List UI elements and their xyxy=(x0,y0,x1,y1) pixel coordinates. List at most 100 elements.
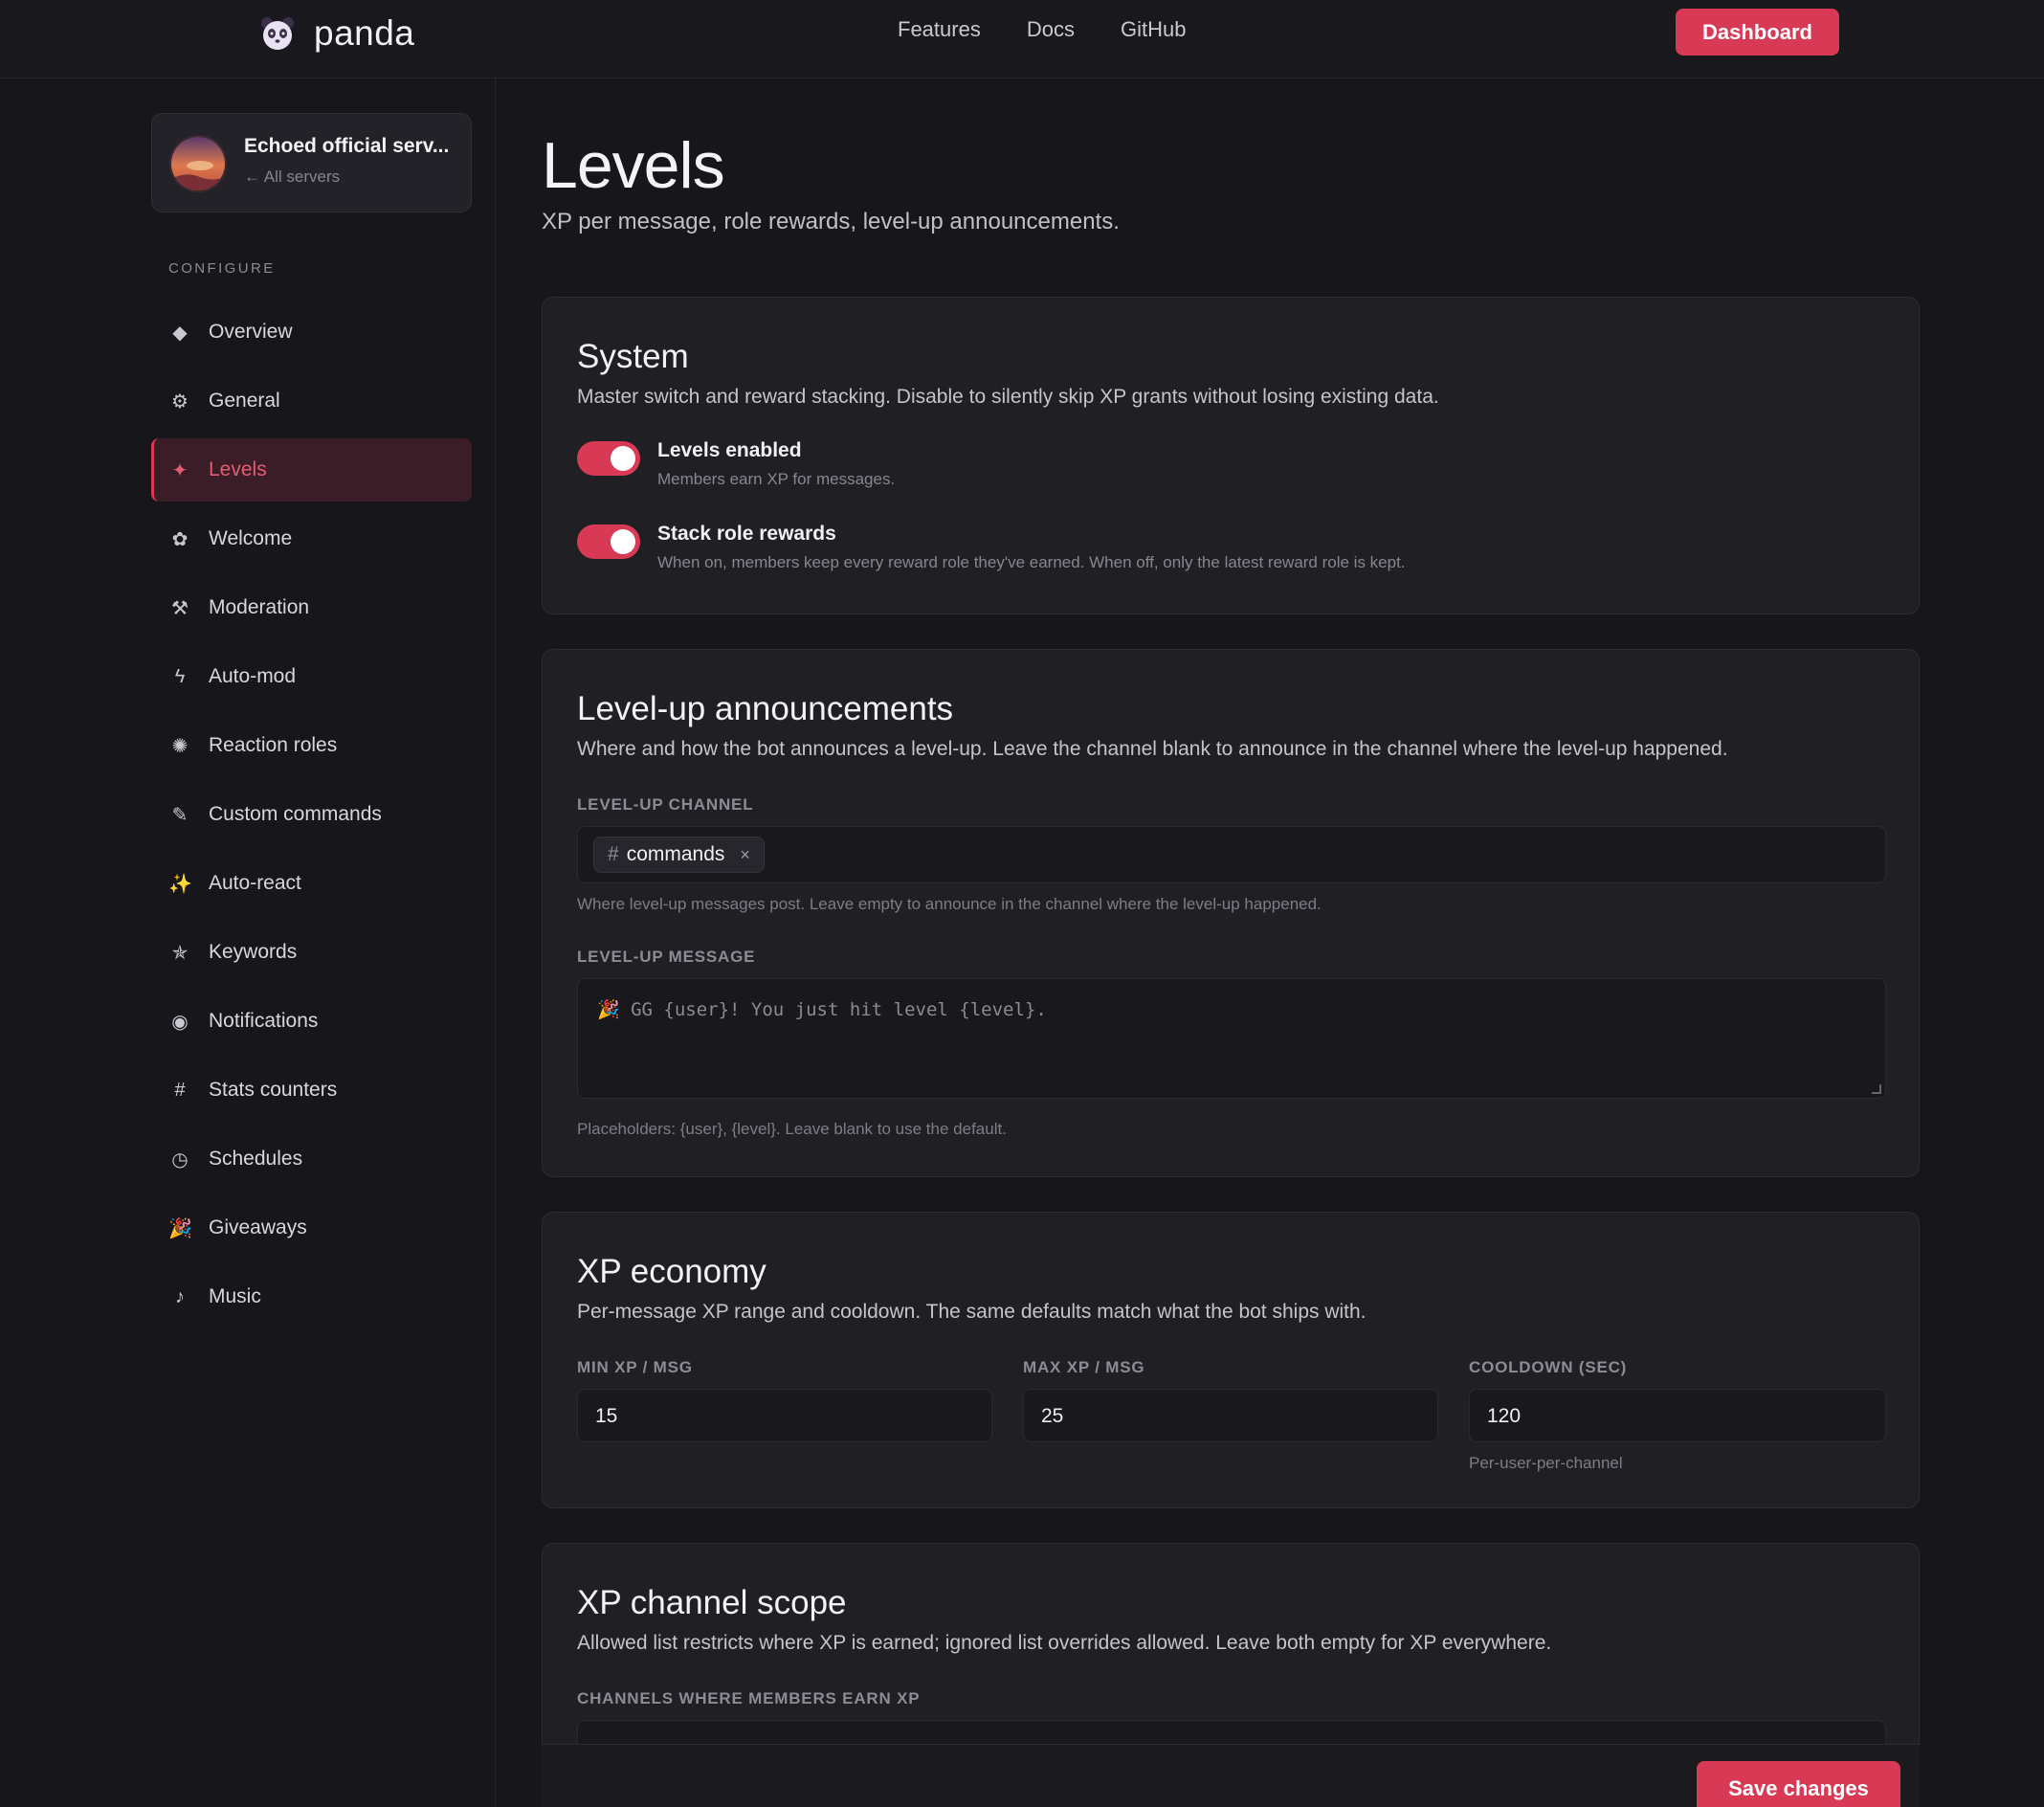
sidebar-item-overview[interactable]: ◆ Overview xyxy=(151,301,472,364)
sidebar-item-general[interactable]: ⚙ General xyxy=(151,369,472,433)
sidebar-item-label: Music xyxy=(209,1285,261,1307)
page-subtitle: XP per message, role rewards, level-up a… xyxy=(542,209,1120,234)
server-name: Echoed official serv... xyxy=(244,135,450,157)
party-popper-icon: 🎉 xyxy=(168,1217,192,1239)
sidebar-item-custom-commands[interactable]: ✎ Custom commands xyxy=(151,783,472,846)
sidebar-item-giveaways[interactable]: 🎉 Giveaways xyxy=(151,1196,472,1260)
nav-link-features[interactable]: Features xyxy=(898,17,981,42)
sidebar-item-label: Notifications xyxy=(209,1010,319,1032)
dashboard-button[interactable]: Dashboard xyxy=(1676,9,1839,56)
sidebar-item-auto-mod[interactable]: ϟ Auto-mod xyxy=(151,645,472,708)
resize-handle-icon[interactable] xyxy=(1872,1084,1881,1094)
brand-name: panda xyxy=(314,13,415,53)
announcements-desc: Where and how the bot announces a level-… xyxy=(577,738,1728,760)
sidebar-menu: ◆ Overview ⚙ General ✦ Levels ✿ Welcome ⚒ Moderat… xyxy=(151,301,472,1334)
nav-links: Features Docs GitHub xyxy=(898,17,1186,42)
sidebar-item-label: Giveaways xyxy=(209,1216,307,1238)
channel-help: Where level-up messages post. Leave empt… xyxy=(577,895,1322,913)
nav-link-github[interactable]: GitHub xyxy=(1121,17,1186,42)
sidebar-item-stats-counters[interactable]: # Stats counters xyxy=(151,1059,472,1122)
sidebar-item-label: Keywords xyxy=(209,941,298,963)
nav-link-docs[interactable]: Docs xyxy=(1027,17,1075,42)
hash-icon: # xyxy=(608,843,619,865)
sidebar-item-label: Welcome xyxy=(209,527,293,549)
top-navbar: panda Features Docs GitHub Dashboard xyxy=(0,0,2044,78)
stack-rewards-title: Stack role rewards xyxy=(657,523,836,545)
max-xp-label: MAX XP / MSG xyxy=(1023,1358,1145,1376)
sidebar-item-label: Stats counters xyxy=(209,1079,338,1101)
sparkle-icon: ✦ xyxy=(171,459,189,481)
system-card: System Master switch and reward stacking… xyxy=(542,297,1920,614)
star-icon: ✯ xyxy=(171,942,189,964)
sidebar-item-label: Levels xyxy=(209,458,267,480)
announcements-title: Level-up announcements xyxy=(577,690,954,727)
configure-section-label: CONFIGURE xyxy=(168,260,276,277)
sidebar-item-label: Schedules xyxy=(209,1148,303,1170)
hammer-pick-icon: ⚒ xyxy=(171,597,189,619)
flower-icon: ✿ xyxy=(171,528,189,550)
sidebar-item-notifications[interactable]: ◉ Notifications xyxy=(151,990,472,1053)
channel-chip-label: commands xyxy=(626,843,725,865)
sidebar-item-keywords[interactable]: ✯ Keywords xyxy=(151,921,472,984)
sidebar: Echoed official serv... ← All servers CO… xyxy=(0,78,496,1807)
stack-rewards-desc: When on, members keep every reward role … xyxy=(657,553,1406,571)
save-changes-button[interactable]: Save changes xyxy=(1697,1761,1900,1807)
scope-desc: Allowed list restricts where XP is earne… xyxy=(577,1632,1552,1654)
sidebar-item-label: Moderation xyxy=(209,596,310,618)
cooldown-help: Per-user-per-channel xyxy=(1469,1454,1623,1472)
allowed-channels-label: CHANNELS WHERE MEMBERS EARN XP xyxy=(577,1689,921,1707)
brand[interactable]: panda xyxy=(258,13,414,54)
sidebar-item-schedules[interactable]: ◷ Schedules xyxy=(151,1127,472,1191)
cooldown-value: 120 xyxy=(1487,1405,1522,1427)
stack-role-rewards-toggle[interactable] xyxy=(577,524,640,559)
server-card[interactable]: Echoed official serv... ← All servers xyxy=(151,113,472,212)
levels-enabled-title: Levels enabled xyxy=(657,439,802,461)
min-xp-value: 15 xyxy=(595,1405,618,1427)
sidebar-item-music[interactable]: ♪ Music xyxy=(151,1265,472,1328)
lightning-icon: ϟ xyxy=(174,665,186,687)
scope-title: XP channel scope xyxy=(577,1584,847,1621)
server-avatar xyxy=(169,135,227,192)
economy-desc: Per-message XP range and cooldown. The s… xyxy=(577,1301,1366,1323)
max-xp-input[interactable]: 25 xyxy=(1023,1389,1438,1442)
sidebar-item-welcome[interactable]: ✿ Welcome xyxy=(151,507,472,570)
hash-icon: # xyxy=(174,1079,186,1101)
sidebar-item-auto-react[interactable]: ✨ Auto-react xyxy=(151,852,472,915)
sidebar-item-label: Custom commands xyxy=(209,803,382,825)
panda-logo-icon xyxy=(261,17,294,50)
channel-chip: # commands × xyxy=(593,837,765,873)
economy-card: XP economy Per-message XP range and cool… xyxy=(542,1212,1920,1508)
levels-enabled-toggle[interactable] xyxy=(577,441,640,476)
sidebar-item-label: Auto-mod xyxy=(209,665,297,687)
levels-enabled-desc: Members earn XP for messages. xyxy=(657,470,896,488)
cooldown-input[interactable]: 120 xyxy=(1469,1389,1886,1442)
sidebar-item-label: General xyxy=(209,390,280,412)
remove-chip-icon[interactable]: × xyxy=(740,845,750,865)
cooldown-label: COOLDOWN (SEC) xyxy=(1469,1358,1628,1376)
stack-rewards-row: Stack role rewards When on, members keep… xyxy=(577,523,1406,572)
music-note-icon: ♪ xyxy=(175,1285,185,1307)
min-xp-input[interactable]: 15 xyxy=(577,1389,992,1442)
sidebar-item-moderation[interactable]: ⚒ Moderation xyxy=(151,576,472,639)
sidebar-item-reaction-roles[interactable]: ✺ Reaction roles xyxy=(151,714,472,777)
levels-enabled-row: Levels enabled Members earn XP for messa… xyxy=(577,439,895,489)
max-xp-value: 25 xyxy=(1041,1405,1064,1427)
channel-field-label: LEVEL-UP CHANNEL xyxy=(577,795,754,814)
level-up-channel-select[interactable]: # commands × xyxy=(577,826,1886,883)
message-help: Placeholders: {user}, {level}. Leave bla… xyxy=(577,1120,1007,1138)
gear-icon: ⚙ xyxy=(171,390,189,413)
message-placeholder: 🎉 GG {user}! You just hit level {level}. xyxy=(597,999,1047,1020)
diamond-icon: ◆ xyxy=(172,322,188,344)
sidebar-item-levels[interactable]: ✦ Levels xyxy=(151,438,472,502)
page-title: Levels xyxy=(542,129,725,202)
clock-icon: ◷ xyxy=(171,1149,189,1171)
pencil-icon: ✎ xyxy=(171,804,189,826)
announcements-card: Level-up announcements Where and how the… xyxy=(542,649,1920,1177)
all-servers-link[interactable]: ← All servers xyxy=(244,167,340,187)
economy-title: XP economy xyxy=(577,1253,766,1290)
system-desc: Master switch and reward stacking. Disab… xyxy=(577,386,1439,408)
min-xp-label: MIN XP / MSG xyxy=(577,1358,693,1376)
sidebar-item-label: Overview xyxy=(209,321,293,343)
level-up-message-textarea[interactable]: 🎉 GG {user}! You just hit level {level}. xyxy=(577,978,1886,1099)
message-field-label: LEVEL-UP MESSAGE xyxy=(577,948,756,966)
